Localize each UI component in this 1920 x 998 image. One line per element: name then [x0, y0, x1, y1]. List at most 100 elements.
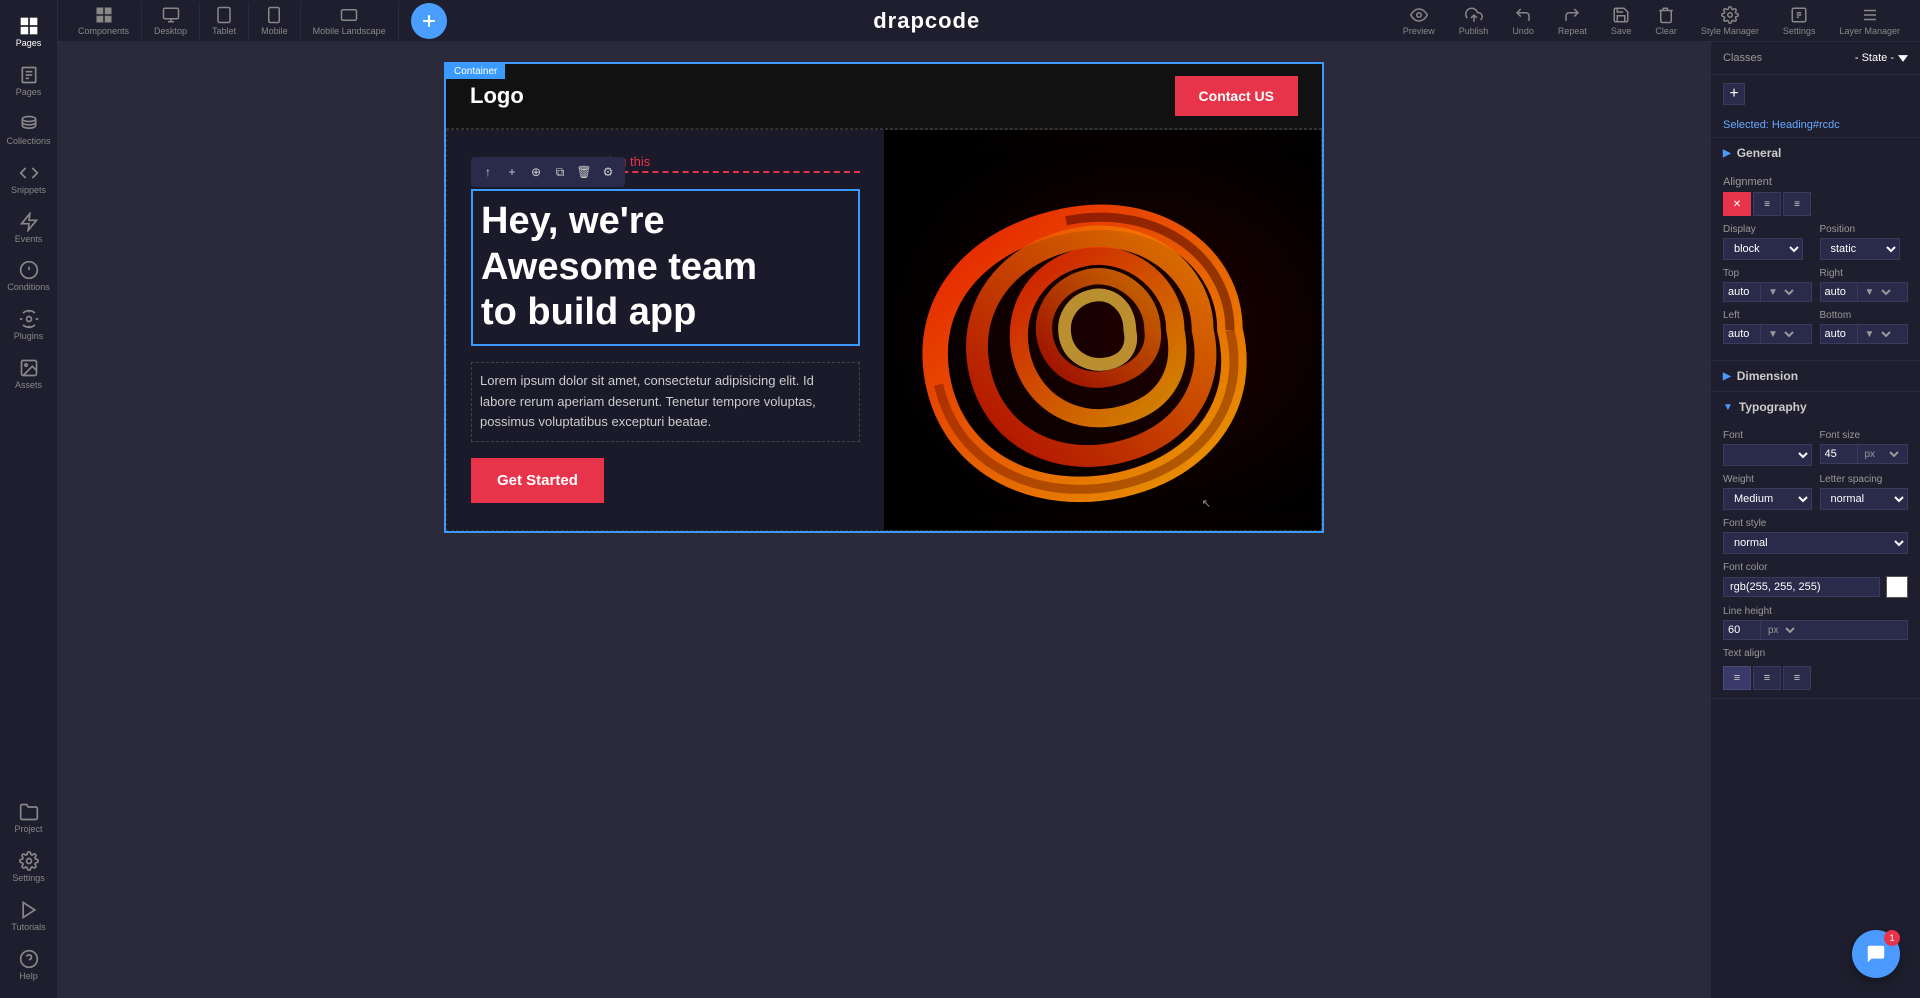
device-btn-desktop[interactable]: Desktop	[142, 2, 200, 40]
contact-us-button[interactable]: Contact US	[1175, 76, 1298, 116]
font-color-input[interactable]	[1723, 577, 1880, 597]
sidebar-item-conditions[interactable]: Conditions	[0, 252, 57, 301]
container-label: Container	[446, 64, 505, 79]
line-height-group: Line height px	[1723, 606, 1908, 640]
typography-chevron-icon: ▼	[1723, 402, 1733, 413]
hero-right	[884, 130, 1321, 530]
font-group: Font	[1723, 430, 1812, 466]
line-height-unit-select[interactable]: px	[1760, 622, 1798, 639]
sidebar-item-help[interactable]: Help	[0, 941, 57, 990]
typography-section-body: Font Font size pxemrem Weight	[1711, 422, 1920, 698]
add-class-button[interactable]: +	[1723, 83, 1745, 105]
display-select[interactable]: block inline flex none	[1723, 238, 1803, 260]
general-section-label: General	[1737, 146, 1782, 160]
bottom-input[interactable]	[1821, 325, 1857, 343]
text-align-left-btn[interactable]: ≡	[1723, 666, 1751, 690]
top-unit-select[interactable]: ▼	[1760, 284, 1797, 301]
sidebar-item-label-conditions: Conditions	[7, 283, 50, 293]
general-section-header[interactable]: ▶ General	[1711, 138, 1920, 168]
save-action[interactable]: Save	[1603, 2, 1640, 40]
left-input-wrapper: ▼	[1723, 324, 1812, 344]
publish-action[interactable]: Publish	[1451, 2, 1497, 40]
position-select[interactable]: static relative absolute fixed	[1820, 238, 1900, 260]
top-input-wrapper: ▼	[1723, 282, 1812, 302]
device-btn-components[interactable]: Components	[66, 2, 142, 40]
color-preview[interactable]	[1886, 576, 1908, 598]
layer-manager-action[interactable]: Layer Manager	[1831, 2, 1908, 40]
toolbar-copy-btn[interactable]: ⧉	[549, 161, 571, 183]
sidebar-item-project[interactable]: Project	[0, 794, 57, 843]
left-sidebar: Pages Pages Collections Snippets Events …	[0, 0, 58, 998]
get-started-button[interactable]: Get Started	[471, 458, 604, 503]
top-input[interactable]	[1724, 283, 1760, 301]
undo-label: Undo	[1512, 26, 1534, 36]
letter-spacing-select[interactable]: normal 1px 2px	[1820, 488, 1909, 510]
sidebar-item-snippets[interactable]: Snippets	[0, 155, 57, 204]
add-element-button[interactable]	[411, 3, 447, 39]
left-label: Left	[1723, 310, 1812, 321]
repeat-label: Repeat	[1558, 26, 1587, 36]
left-bottom-row: Left ▼ Bottom ▼	[1723, 310, 1908, 344]
bottom-unit-select[interactable]: ▼	[1857, 326, 1894, 343]
left-input[interactable]	[1724, 325, 1760, 343]
sidebar-item-collections[interactable]: Collections	[0, 106, 57, 155]
device-btn-mobile[interactable]: Mobile	[249, 2, 301, 40]
general-section-body: Alignment ✕ ≡ ≡ Display block inline fle…	[1711, 168, 1920, 360]
right-unit-select[interactable]: ▼	[1857, 284, 1894, 301]
dimension-section: ▶ Dimension	[1711, 361, 1920, 392]
hero-left: Create your app now using this ↑ + ⊕ ⧉ 🗑…	[447, 130, 884, 530]
hero-heading-wrapper: Hey, we'reAwesome teamto build app	[471, 189, 860, 346]
toolbar-delete-btn[interactable]: 🗑	[573, 161, 595, 183]
element-toolbar: ↑ + ⊕ ⧉ 🗑 ⚙	[471, 157, 625, 187]
font-color-row	[1723, 576, 1908, 598]
right-input[interactable]	[1821, 283, 1857, 301]
toolbar-up-btn[interactable]: ↑	[477, 161, 499, 183]
typography-section-header[interactable]: ▼ Typography	[1711, 392, 1920, 422]
chat-bubble-button[interactable]: 1	[1852, 930, 1900, 978]
sidebar-item-tutorials[interactable]: Tutorials	[0, 892, 57, 941]
text-align-center-btn[interactable]: ≡	[1753, 666, 1781, 690]
toolbar-add-btn[interactable]: +	[501, 161, 523, 183]
weight-label: Weight	[1723, 474, 1812, 485]
align-left-btn[interactable]: ✕	[1723, 192, 1751, 216]
align-right-btn[interactable]: ≡	[1783, 192, 1811, 216]
device-btn-mobile-landscape[interactable]: Mobile Landscape	[301, 2, 399, 40]
sidebar-item-events[interactable]: Events	[0, 204, 57, 253]
font-size-label: Font size	[1820, 430, 1909, 441]
top-right-row: Top ▼ Right ▼	[1723, 268, 1908, 302]
text-align-right-btn[interactable]: ≡	[1783, 666, 1811, 690]
line-height-input[interactable]	[1724, 621, 1760, 639]
hero-section: Create your app now using this ↑ + ⊕ ⧉ 🗑…	[446, 129, 1322, 531]
settings-action[interactable]: Settings	[1775, 2, 1824, 40]
state-dropdown[interactable]: - State -	[1855, 52, 1908, 64]
sidebar-item-pages[interactable]: Pages	[0, 57, 57, 106]
dimension-section-label: Dimension	[1737, 369, 1798, 383]
weight-letterspacing-row: Weight Medium Normal Bold Letter spacing…	[1723, 474, 1908, 510]
toolbar-settings-btn[interactable]: ⚙	[597, 161, 619, 183]
sidebar-item-components[interactable]: Pages	[0, 8, 57, 57]
bottom-group: Bottom ▼	[1820, 310, 1909, 344]
device-label-mobile: Mobile	[261, 26, 288, 36]
sidebar-item-assets[interactable]: Assets	[0, 350, 57, 399]
device-btn-tablet[interactable]: Tablet	[200, 2, 249, 40]
align-center-btn[interactable]: ≡	[1753, 192, 1781, 216]
undo-action[interactable]: Undo	[1504, 2, 1542, 40]
app-logo: drapcode	[873, 8, 980, 34]
font-size-input[interactable]	[1821, 445, 1857, 463]
preview-label: Preview	[1403, 26, 1435, 36]
left-unit-select[interactable]: ▼	[1760, 326, 1797, 343]
canvas-container: Logo Contact US Container Create your ap…	[58, 42, 1710, 998]
style-manager-action[interactable]: Style Manager	[1693, 2, 1767, 40]
font-select[interactable]	[1723, 444, 1812, 466]
dimension-section-header[interactable]: ▶ Dimension	[1711, 361, 1920, 391]
repeat-action[interactable]: Repeat	[1550, 2, 1595, 40]
font-size-unit-select[interactable]: pxemrem	[1857, 446, 1902, 463]
font-style-select[interactable]: normal italic oblique	[1723, 532, 1908, 554]
sidebar-item-label-tutorials: Tutorials	[11, 923, 45, 933]
preview-action[interactable]: Preview	[1395, 2, 1443, 40]
clear-action[interactable]: Clear	[1647, 2, 1685, 40]
sidebar-item-settings[interactable]: Settings	[0, 843, 57, 892]
toolbar-move-btn[interactable]: ⊕	[525, 161, 547, 183]
sidebar-item-plugins[interactable]: Plugins	[0, 301, 57, 350]
weight-select[interactable]: Medium Normal Bold	[1723, 488, 1812, 510]
